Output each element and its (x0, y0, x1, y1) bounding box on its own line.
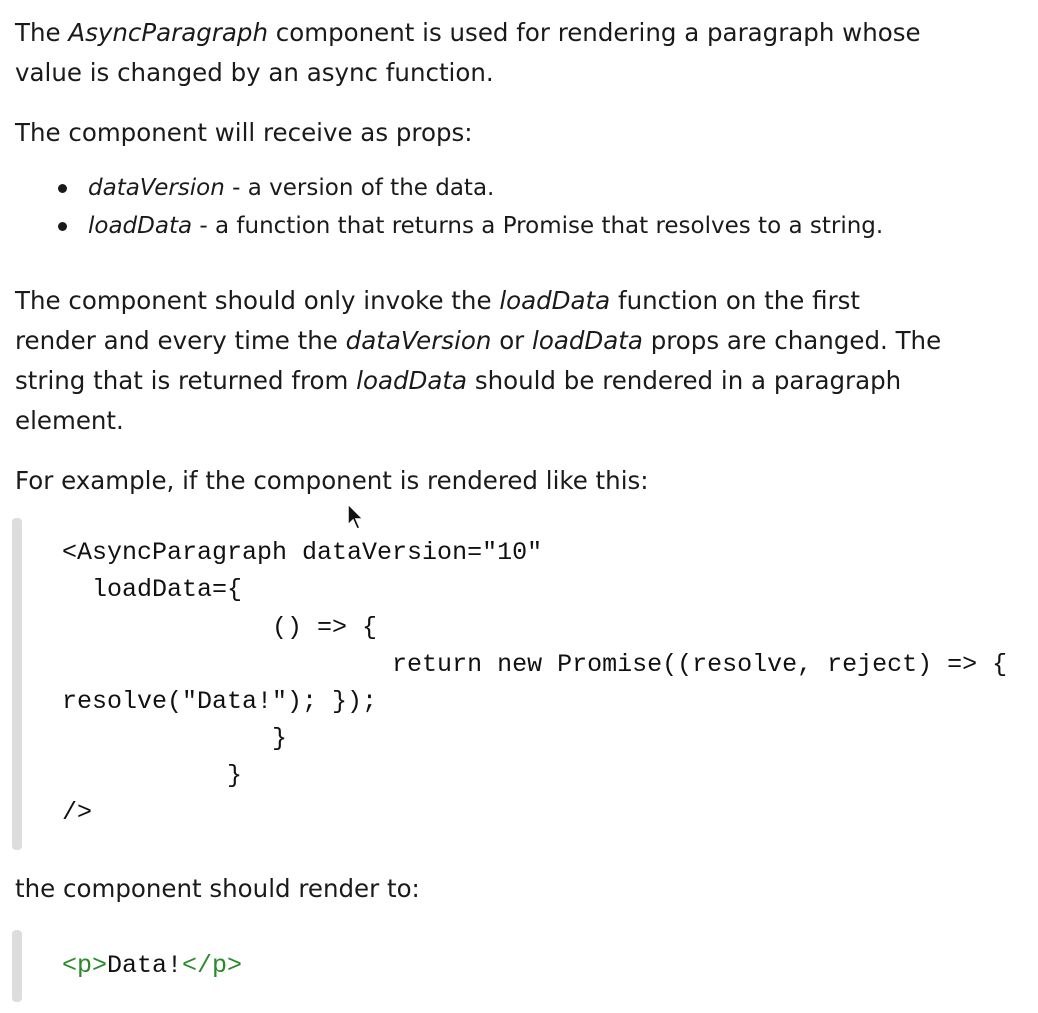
code-line: () => { (62, 613, 378, 642)
intro-line-2: value is changed by an async function. (15, 58, 494, 87)
text: render and every time the (15, 326, 346, 355)
bullet-icon (58, 184, 67, 193)
prop-name: dataVersion (88, 175, 225, 201)
component-name: AsyncParagraph (68, 18, 268, 47)
code-line: loadData={ (62, 575, 243, 604)
output-code: <p>Data!</p> (62, 947, 242, 984)
bullet-icon (58, 222, 67, 231)
prop-desc: - a function that returns a Promise that… (192, 213, 884, 239)
requirement-line-3: string that is returned from loadData sh… (15, 361, 901, 401)
code-line: } (62, 724, 288, 753)
render-intro: the component should render to: (15, 874, 420, 903)
code-block-quote-bar (12, 518, 22, 850)
text: loadData (532, 326, 643, 355)
requirement-line-4: element. (15, 406, 124, 435)
prop-item: dataVersion - a version of the data. (88, 168, 494, 208)
text: loadData (499, 286, 611, 315)
code-line: return new Promise((resolve, reject) => … (62, 650, 1008, 679)
code-line: <AsyncParagraph dataVersion="10" (62, 538, 543, 567)
code-line: } (62, 761, 243, 790)
text: The component should only invoke the (15, 286, 500, 315)
text: loadData (356, 366, 468, 395)
example-intro: For example, if the component is rendere… (15, 466, 649, 495)
prop-item: loadData - a function that returns a Pro… (88, 206, 883, 246)
mouse-cursor-icon (347, 503, 365, 530)
prop-name: loadData (88, 213, 193, 239)
close-tag: </p> (182, 951, 243, 980)
text: The (15, 18, 69, 47)
output-text: Data! (107, 951, 183, 980)
text: or (491, 326, 533, 355)
open-tag: <p> (62, 951, 108, 980)
text: dataVersion (345, 326, 492, 355)
requirement-line-2: render and every time the dataVersion or… (15, 321, 941, 361)
text: props are changed. The (642, 326, 942, 355)
props-intro: The component will receive as props: (15, 118, 473, 147)
requirement-line-1: The component should only invoke the loa… (15, 281, 860, 321)
prop-desc: - a version of the data. (224, 175, 495, 201)
text: string that is returned from (15, 366, 357, 395)
text: function on the first (610, 286, 861, 315)
intro-line-1: The AsyncParagraph component is used for… (15, 13, 921, 53)
output-block-quote-bar (12, 930, 22, 1002)
code-line: resolve("Data!"); }); (62, 687, 378, 716)
text: should be rendered in a paragraph (467, 366, 902, 395)
code-line: /> (62, 798, 93, 827)
text: component is used for rendering a paragr… (267, 18, 921, 47)
